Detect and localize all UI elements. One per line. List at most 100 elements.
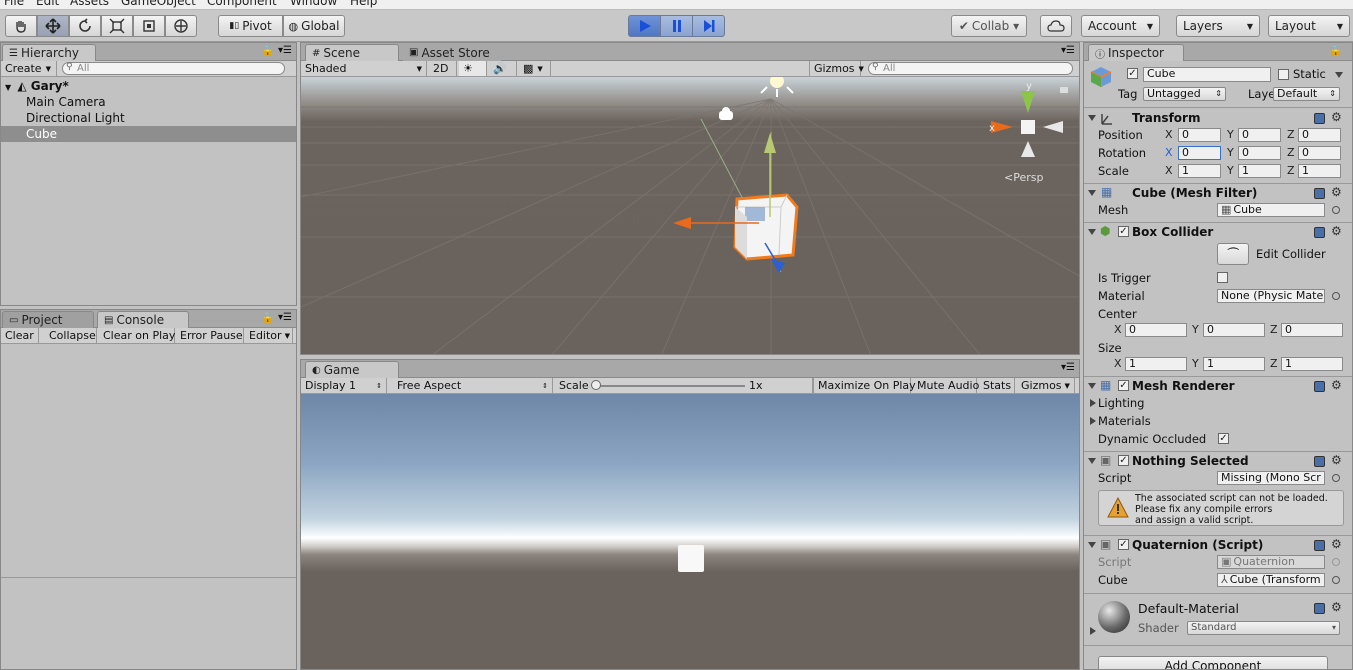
- gear-icon[interactable]: ⚙: [1331, 538, 1342, 550]
- 2d-toggle[interactable]: 2D: [429, 61, 457, 76]
- script-enabled-checkbox[interactable]: ✓: [1118, 455, 1129, 466]
- step-button[interactable]: [692, 15, 725, 37]
- layer-dropdown[interactable]: Default ⇕: [1273, 87, 1340, 101]
- gear-icon[interactable]: ⚙: [1331, 111, 1342, 123]
- lock-icon[interactable]: 🔒: [262, 46, 274, 57]
- shading-mode-dropdown[interactable]: Shaded ▼: [301, 61, 427, 76]
- hierarchy-item-cube[interactable]: Cube: [1, 126, 296, 142]
- menu-file[interactable]: File: [4, 0, 24, 8]
- mute-audio-toggle[interactable]: Mute Audio: [913, 378, 979, 393]
- menu-edit[interactable]: Edit: [36, 0, 59, 8]
- display-dropdown[interactable]: Display 1 ⇕: [301, 378, 387, 393]
- physic-material-field[interactable]: None (Physic Mate: [1217, 289, 1325, 303]
- panel-menu-icon[interactable]: ▾☰: [278, 312, 292, 323]
- help-icon[interactable]: [1314, 603, 1325, 614]
- scale-tool-button[interactable]: [101, 15, 133, 37]
- object-name-input[interactable]: Cube: [1143, 67, 1271, 82]
- center-y-field[interactable]: 0: [1203, 323, 1265, 337]
- size-x-field[interactable]: 1: [1125, 357, 1187, 371]
- hand-tool-button[interactable]: [5, 15, 37, 37]
- box-collider-header[interactable]: ⬢ ✓ Box Collider ⚙: [1084, 224, 1352, 242]
- error-pause-button[interactable]: Error Pause: [176, 328, 244, 343]
- tab-asset-store[interactable]: ▣ Asset Store: [403, 44, 501, 61]
- gizmos-dropdown[interactable]: Gizmos ▼: [809, 61, 864, 76]
- missing-script-field[interactable]: Missing (Mono Scr: [1217, 471, 1325, 485]
- dynamic-occluded-checkbox[interactable]: ✓: [1218, 433, 1229, 444]
- object-picker-icon[interactable]: [1332, 576, 1340, 584]
- menu-help[interactable]: Help: [350, 0, 377, 8]
- box-collider-enabled-checkbox[interactable]: ✓: [1118, 226, 1129, 237]
- rect-tool-button[interactable]: [133, 15, 165, 37]
- tab-hierarchy[interactable]: ☰ Hierarchy: [2, 44, 96, 61]
- static-checkbox[interactable]: [1278, 69, 1289, 80]
- gear-icon[interactable]: ⚙: [1331, 379, 1342, 391]
- scale-y-field[interactable]: 1: [1238, 164, 1281, 178]
- mesh-field[interactable]: ▦ Cube: [1217, 203, 1325, 217]
- lighting-foldout[interactable]: Lighting: [1098, 396, 1144, 410]
- help-icon[interactable]: [1314, 113, 1325, 124]
- lock-icon[interactable]: 🔒: [1330, 46, 1342, 57]
- is-trigger-checkbox[interactable]: [1217, 272, 1228, 283]
- menu-window[interactable]: Window: [290, 0, 337, 8]
- scene-effects-dropdown[interactable]: ▩ ▼: [519, 61, 551, 76]
- stats-toggle[interactable]: Stats: [979, 378, 1015, 393]
- help-icon[interactable]: [1314, 456, 1325, 467]
- gear-icon[interactable]: ⚙: [1331, 186, 1342, 198]
- panel-menu-icon[interactable]: ▾☰: [1061, 45, 1075, 56]
- help-icon[interactable]: [1314, 227, 1325, 238]
- menu-component[interactable]: Component: [207, 0, 277, 8]
- position-x-field[interactable]: 0: [1178, 128, 1221, 142]
- position-z-field[interactable]: 0: [1298, 128, 1341, 142]
- scene-audio-toggle[interactable]: 🔊: [489, 61, 517, 76]
- scale-slider[interactable]: Scale 1x: [555, 378, 813, 393]
- tab-game[interactable]: ◐ Game: [305, 361, 399, 378]
- help-icon[interactable]: [1314, 540, 1325, 551]
- transform-header[interactable]: Transform ⚙: [1084, 110, 1352, 128]
- gear-icon[interactable]: ⚙: [1331, 225, 1342, 237]
- menu-assets[interactable]: Assets: [70, 0, 109, 8]
- tab-inspector[interactable]: ⓘ Inspector: [1088, 44, 1184, 61]
- chevron-right-icon[interactable]: [1090, 417, 1096, 425]
- pause-button[interactable]: [660, 15, 693, 37]
- rotation-y-field[interactable]: 0: [1238, 146, 1281, 160]
- maximize-on-play-toggle[interactable]: Maximize On Play: [813, 378, 916, 393]
- play-button[interactable]: [628, 15, 661, 37]
- rotate-tool-button[interactable]: [69, 15, 101, 37]
- scene-lighting-toggle[interactable]: ☀: [459, 61, 487, 76]
- object-picker-icon[interactable]: [1332, 474, 1340, 482]
- tab-scene[interactable]: # Scene: [305, 44, 399, 61]
- mesh-filter-header[interactable]: ▦ Cube (Mesh Filter) ⚙: [1084, 185, 1352, 203]
- account-dropdown[interactable]: Account ▼: [1081, 15, 1160, 37]
- scale-slider-thumb[interactable]: [591, 380, 601, 390]
- lock-icon[interactable]: [1060, 87, 1068, 93]
- tab-console[interactable]: ▤ Console: [97, 311, 189, 328]
- cloud-button[interactable]: [1040, 15, 1072, 37]
- tab-project[interactable]: ▭ Project: [2, 311, 94, 328]
- scene-root-row[interactable]: ▼ ◭ Gary*: [1, 78, 296, 94]
- rotation-z-field[interactable]: 0: [1298, 146, 1341, 160]
- chevron-right-icon[interactable]: [1090, 627, 1096, 635]
- create-dropdown[interactable]: Create ▼: [1, 61, 57, 76]
- transform-tool-button[interactable]: [165, 15, 197, 37]
- cube-transform-field[interactable]: ⅄ Cube (Transform: [1217, 573, 1325, 587]
- quaternion-enabled-checkbox[interactable]: ✓: [1118, 539, 1129, 550]
- scene-viewport[interactable]: y x <Persp: [301, 77, 1080, 355]
- materials-foldout[interactable]: Materials: [1098, 414, 1151, 428]
- layers-dropdown[interactable]: Layers ▼: [1176, 15, 1260, 37]
- cube-object[interactable]: [733, 193, 799, 261]
- panel-menu-icon[interactable]: ▾☰: [278, 45, 292, 56]
- collapse-button[interactable]: Collapse: [45, 328, 97, 343]
- move-tool-button[interactable]: [37, 15, 69, 37]
- panel-menu-icon[interactable]: ▾☰: [1061, 362, 1075, 373]
- shader-dropdown[interactable]: Standard ▾: [1187, 621, 1340, 635]
- scale-x-field[interactable]: 1: [1178, 164, 1221, 178]
- layout-dropdown[interactable]: Layout ▼: [1268, 15, 1350, 37]
- object-picker-icon[interactable]: [1332, 206, 1340, 214]
- help-icon[interactable]: [1314, 188, 1325, 199]
- object-active-checkbox[interactable]: ✓: [1127, 68, 1138, 79]
- position-y-field[interactable]: 0: [1238, 128, 1281, 142]
- hierarchy-search-input[interactable]: ⚲ All: [62, 62, 285, 75]
- hierarchy-item-directional-light[interactable]: Directional Light: [1, 110, 296, 126]
- add-component-button[interactable]: Add Component: [1098, 656, 1328, 669]
- chevron-right-icon[interactable]: [1090, 399, 1096, 407]
